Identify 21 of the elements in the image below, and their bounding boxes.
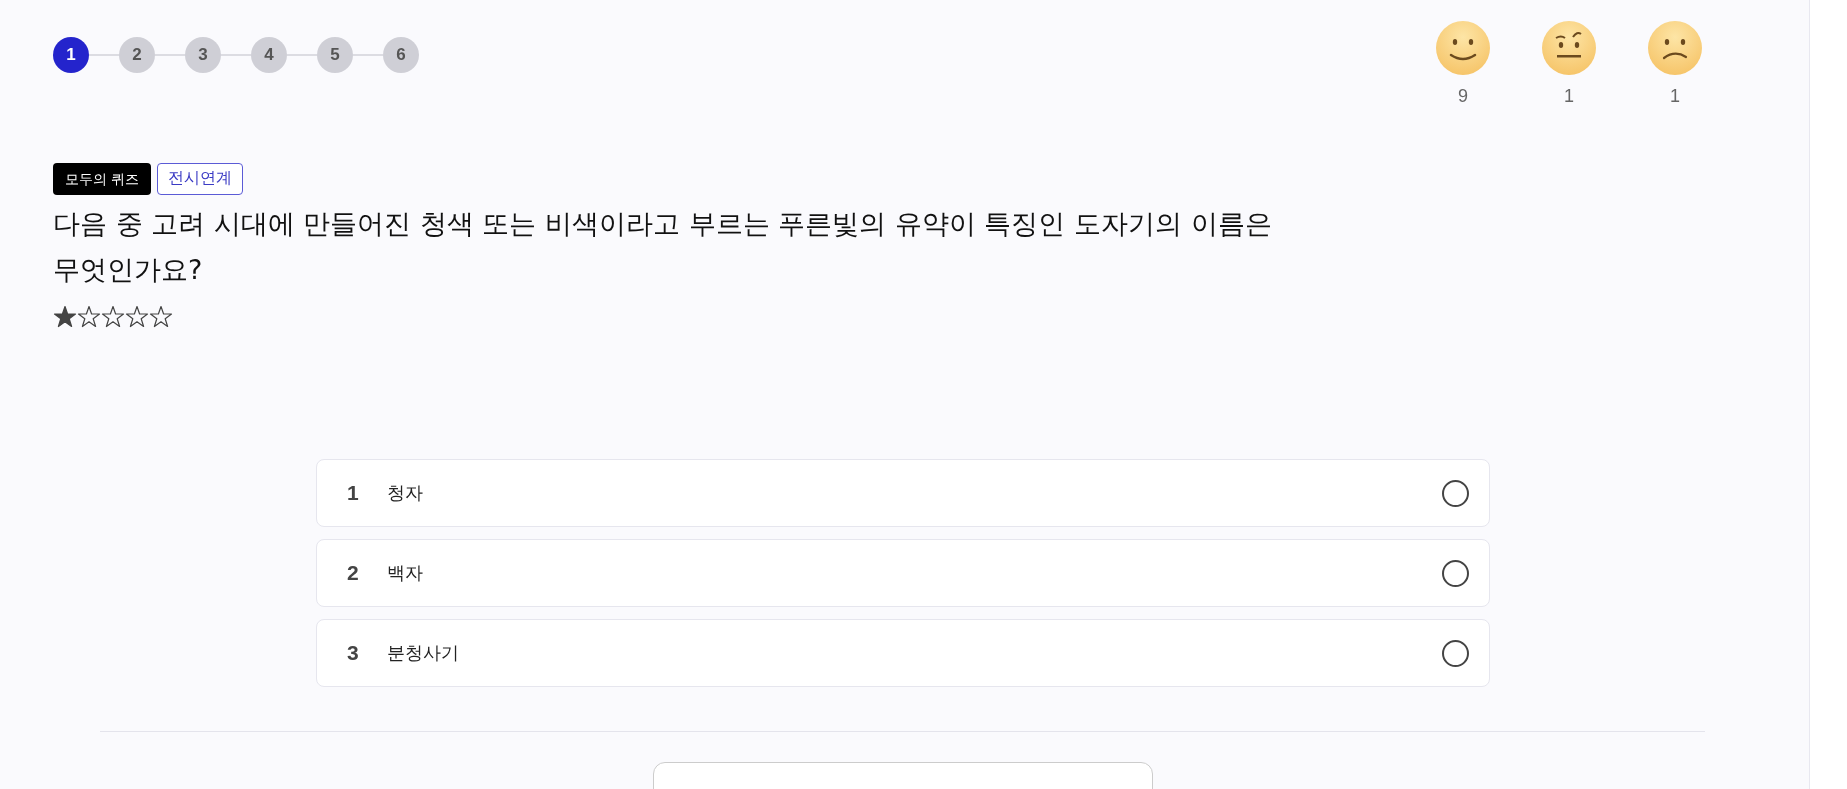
category-tag: 모두의 퀴즈 (53, 163, 152, 195)
smiley-face-icon[interactable] (1435, 20, 1491, 76)
category-tag: 전시연계 (157, 163, 244, 195)
answer-option[interactable]: 1 청자 (316, 459, 1490, 527)
step-button[interactable]: 2 (119, 37, 155, 73)
reaction-count: 1 (1670, 86, 1680, 107)
step-button[interactable]: 3 (185, 37, 221, 73)
raised-eyebrow-face-icon[interactable] (1541, 20, 1597, 76)
answer-option[interactable]: 3 분청사기 (316, 619, 1490, 687)
question-text: 다음 중 고려 시대에 만들어진 청색 또는 비색이라고 부르는 푸른빛의 유약이 특징인 도자기의 이름은 무엇인가요? (53, 207, 1273, 287)
step-button[interactable]: 1 (53, 37, 89, 73)
radio-button[interactable] (1442, 639, 1469, 667)
radio-button[interactable] (1442, 559, 1469, 587)
radio-button[interactable] (1442, 479, 1469, 507)
step-button[interactable]: 4 (251, 37, 287, 73)
reaction-count: 1 (1564, 86, 1574, 107)
step-button[interactable]: 5 (317, 37, 353, 73)
answer-option[interactable]: 2 백자 (316, 539, 1490, 607)
frowning-face-icon[interactable] (1647, 20, 1703, 76)
reaction-count: 9 (1458, 86, 1468, 107)
step-button[interactable]: 6 (383, 37, 419, 73)
